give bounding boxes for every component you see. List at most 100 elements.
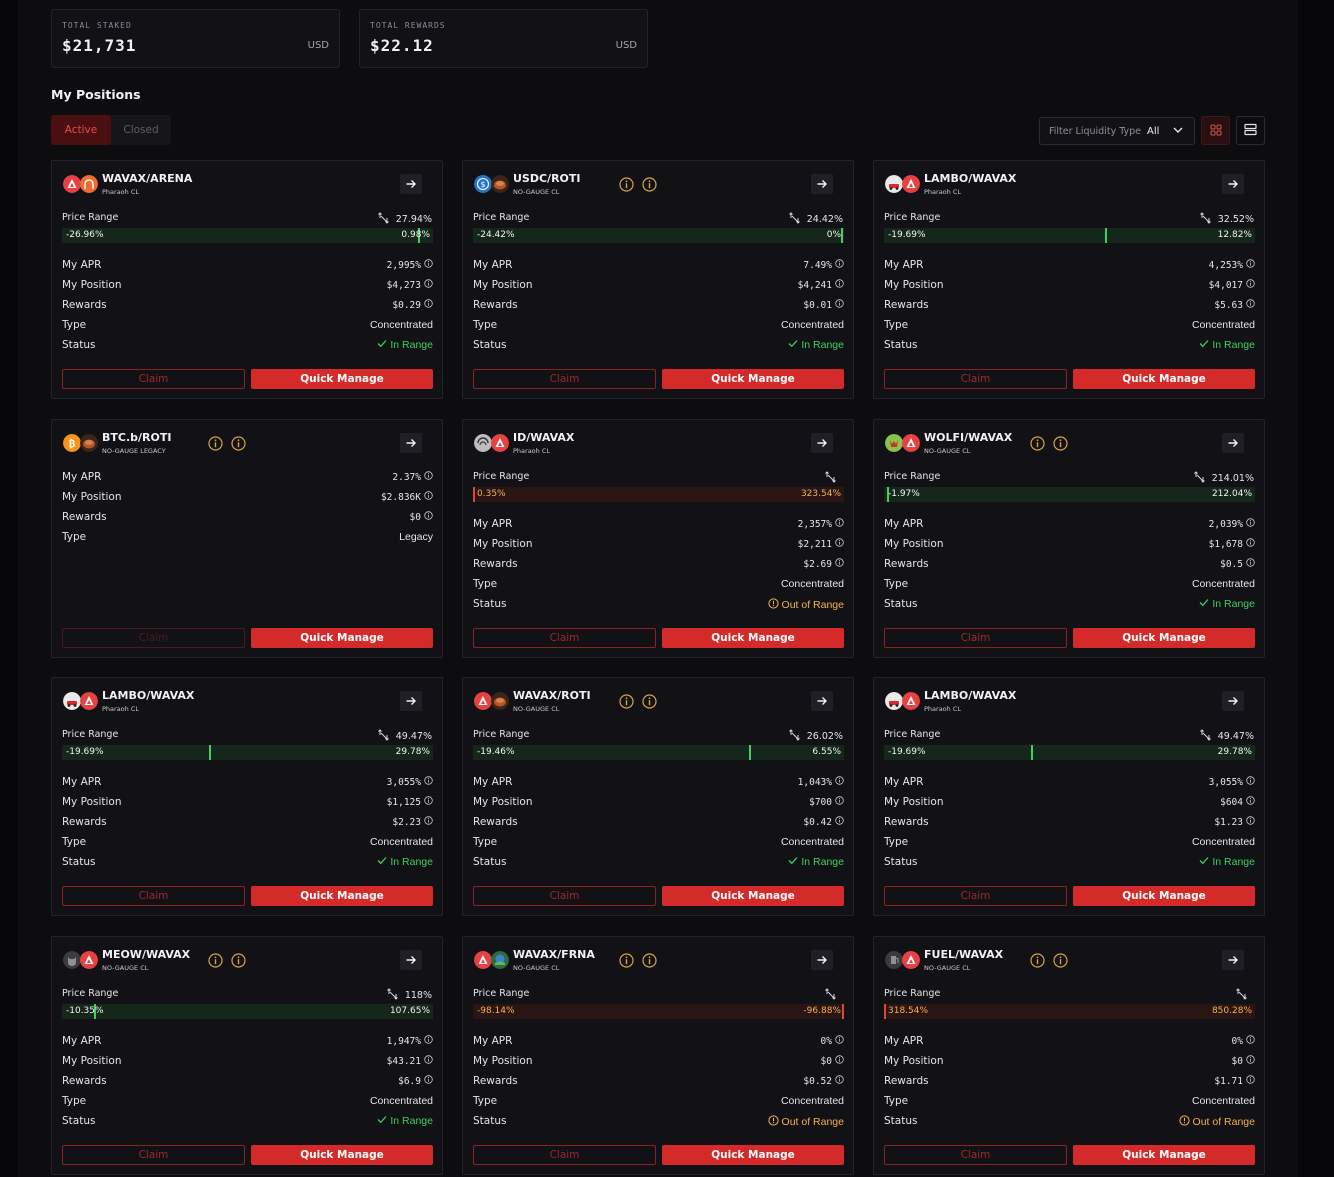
claim-button[interactable]: Claim (62, 369, 245, 389)
tab-closed[interactable]: Closed (111, 115, 171, 145)
info-icon[interactable] (835, 279, 844, 291)
claim-button[interactable]: Claim (473, 628, 656, 648)
info-icon[interactable] (642, 953, 657, 972)
info-icon[interactable] (1030, 436, 1045, 455)
info-icon[interactable] (424, 511, 433, 523)
info-icon[interactable] (835, 1035, 844, 1047)
info-icon[interactable] (1246, 796, 1255, 808)
info-icon[interactable] (424, 491, 433, 503)
info-icon[interactable] (619, 953, 634, 972)
info-icon[interactable] (835, 1055, 844, 1067)
quick-manage-button[interactable]: Quick Manage (1073, 886, 1255, 906)
open-position-button[interactable] (400, 950, 422, 970)
claim-button[interactable]: Claim (62, 628, 245, 648)
open-position-button[interactable] (811, 433, 833, 453)
info-icon[interactable] (1246, 816, 1255, 828)
claim-button[interactable]: Claim (884, 886, 1067, 906)
info-icon[interactable] (1246, 538, 1255, 550)
swap-icon[interactable] (377, 212, 389, 227)
info-icon[interactable] (1053, 436, 1068, 455)
swap-icon[interactable] (788, 212, 800, 227)
info-icon[interactable] (1246, 518, 1255, 530)
filter-liquidity-type-select[interactable]: Filter Liquidity Type All (1039, 117, 1195, 145)
quick-manage-button[interactable]: Quick Manage (251, 886, 433, 906)
swap-icon[interactable] (386, 988, 398, 1003)
quick-manage-button[interactable]: Quick Manage (662, 628, 844, 648)
claim-button[interactable]: Claim (473, 369, 656, 389)
open-position-button[interactable] (400, 691, 422, 711)
open-position-button[interactable] (400, 174, 422, 194)
open-position-button[interactable] (1222, 950, 1244, 970)
swap-icon[interactable] (1199, 212, 1211, 227)
quick-manage-button[interactable]: Quick Manage (1073, 628, 1255, 648)
info-icon[interactable] (424, 471, 433, 483)
quick-manage-button[interactable]: Quick Manage (662, 886, 844, 906)
swap-icon[interactable] (1199, 729, 1211, 744)
open-position-button[interactable] (1222, 691, 1244, 711)
info-icon[interactable] (1246, 279, 1255, 291)
info-icon[interactable] (231, 436, 246, 455)
info-icon[interactable] (1246, 776, 1255, 788)
claim-button[interactable]: Claim (473, 1145, 656, 1165)
open-position-button[interactable] (400, 433, 422, 453)
claim-button[interactable]: Claim (884, 628, 1067, 648)
quick-manage-button[interactable]: Quick Manage (251, 628, 433, 648)
claim-button[interactable]: Claim (62, 886, 245, 906)
info-icon[interactable] (1246, 558, 1255, 570)
info-icon[interactable] (1246, 1055, 1255, 1067)
info-icon[interactable] (208, 953, 223, 972)
info-icon[interactable] (1246, 299, 1255, 311)
info-icon[interactable] (835, 796, 844, 808)
info-icon[interactable] (835, 259, 844, 271)
info-icon[interactable] (835, 816, 844, 828)
open-position-button[interactable] (1222, 433, 1244, 453)
info-icon[interactable] (424, 1075, 433, 1087)
info-icon[interactable] (231, 953, 246, 972)
info-icon[interactable] (424, 1035, 433, 1047)
quick-manage-button[interactable]: Quick Manage (1073, 369, 1255, 389)
open-position-button[interactable] (1222, 174, 1244, 194)
info-icon[interactable] (424, 259, 433, 271)
claim-button[interactable]: Claim (473, 886, 656, 906)
list-view-button[interactable] (1236, 116, 1265, 145)
grid-view-button[interactable] (1201, 116, 1230, 145)
tab-active[interactable]: Active (51, 115, 111, 145)
info-icon[interactable] (1053, 953, 1068, 972)
info-icon[interactable] (1030, 953, 1045, 972)
info-icon[interactable] (835, 558, 844, 570)
info-icon[interactable] (424, 279, 433, 291)
info-icon[interactable] (1246, 259, 1255, 271)
info-icon[interactable] (835, 538, 844, 550)
info-icon[interactable] (1246, 1035, 1255, 1047)
info-icon[interactable] (642, 694, 657, 713)
quick-manage-button[interactable]: Quick Manage (251, 1145, 433, 1165)
info-icon[interactable] (424, 1055, 433, 1067)
open-position-button[interactable] (811, 174, 833, 194)
quick-manage-button[interactable]: Quick Manage (662, 1145, 844, 1165)
info-icon[interactable] (208, 436, 223, 455)
swap-icon[interactable] (788, 729, 800, 744)
info-icon[interactable] (835, 518, 844, 530)
info-icon[interactable] (642, 177, 657, 196)
swap-icon[interactable] (825, 471, 836, 486)
swap-icon[interactable] (825, 988, 836, 1003)
swap-icon[interactable] (1193, 471, 1205, 486)
claim-button[interactable]: Claim (884, 1145, 1067, 1165)
swap-icon[interactable] (1236, 988, 1247, 1003)
open-position-button[interactable] (811, 691, 833, 711)
swap-icon[interactable] (377, 729, 389, 744)
open-position-button[interactable] (811, 950, 833, 970)
info-icon[interactable] (619, 694, 634, 713)
claim-button[interactable]: Claim (884, 369, 1067, 389)
info-icon[interactable] (619, 177, 634, 196)
info-icon[interactable] (835, 299, 844, 311)
info-icon[interactable] (835, 1075, 844, 1087)
info-icon[interactable] (424, 299, 433, 311)
quick-manage-button[interactable]: Quick Manage (662, 369, 844, 389)
quick-manage-button[interactable]: Quick Manage (1073, 1145, 1255, 1165)
info-icon[interactable] (424, 796, 433, 808)
info-icon[interactable] (835, 776, 844, 788)
quick-manage-button[interactable]: Quick Manage (251, 369, 433, 389)
claim-button[interactable]: Claim (62, 1145, 245, 1165)
info-icon[interactable] (424, 816, 433, 828)
